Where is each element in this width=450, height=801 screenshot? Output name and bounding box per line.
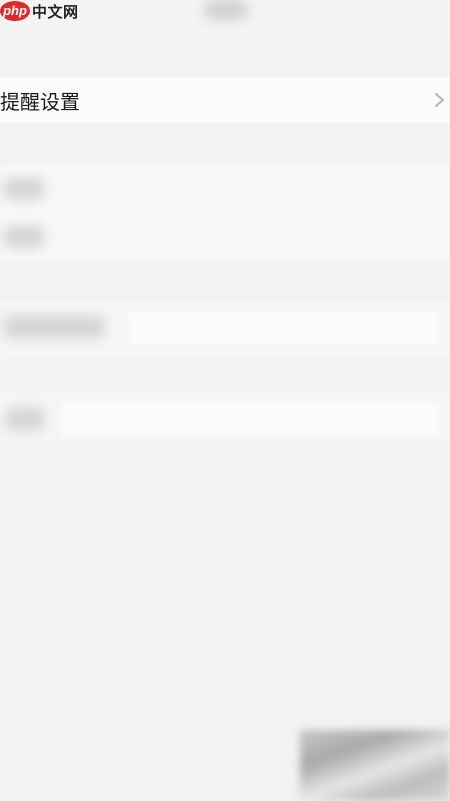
chevron-right-icon (435, 93, 444, 107)
obscured-label (4, 226, 44, 248)
obscured-settings-group (0, 165, 450, 260)
obscured-label (6, 408, 44, 430)
watermark-text: 中文网 (32, 2, 79, 21)
site-watermark: php 中文网 (0, 0, 79, 22)
obscured-label (4, 178, 44, 200)
reminder-settings-label: 提醒设置 (0, 89, 80, 114)
obscured-field (60, 402, 440, 436)
page-title-blurred (204, 0, 248, 20)
obscured-field (128, 312, 440, 344)
watermark-logo: php (0, 1, 30, 21)
app-screen: php 中文网 提醒设置 (0, 0, 450, 801)
reminder-settings-row[interactable]: 提醒设置 (0, 77, 450, 123)
obscured-thumbnail (300, 730, 450, 801)
obscured-label (4, 316, 104, 338)
